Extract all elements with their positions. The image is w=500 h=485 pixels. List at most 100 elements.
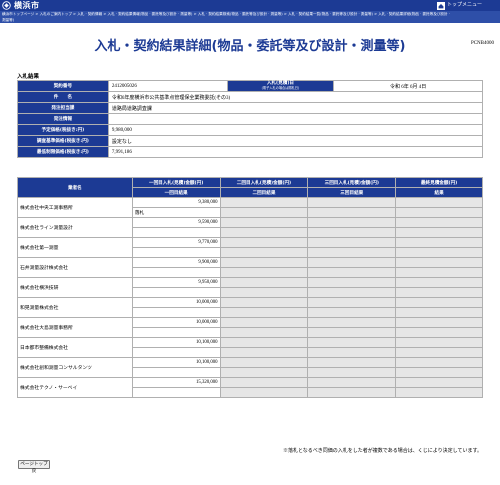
bid-row-amount: 株式会社横浜技研 9,950,000 [17,277,483,298]
round2-amount [219,377,309,388]
bidder-name: 株式会社大島測量事務所 [17,317,133,338]
survey-price-value: 設定なし [107,135,484,147]
round2-amount [219,257,309,268]
final-result [395,347,483,358]
bid-row-amount: 和晃測量株式会社 10,000,000 [17,297,483,318]
round1-result [131,347,221,358]
round1-result [131,367,221,378]
round2-result [219,207,309,218]
bidder-name: 株式会社第一測量 [17,237,133,258]
final-result [395,287,483,298]
contract-no-value: 2412005026 [107,80,228,92]
round3-result [307,307,397,318]
round2-result [219,287,309,298]
round1-amount: 9,950,000 [131,277,221,288]
col-header-round3: 三回目入札(見積)金額(円) [307,177,397,188]
site-header: 横浜市 トップメニュー [0,0,500,11]
bid-date-label-sub: (電子入札の場合は開札日) [261,86,300,90]
breadcrumb-line-1[interactable]: 横浜市トップページ > 入札のご案内トップ > 入札 · 契約情報 > 入札 ·… [2,12,450,16]
breadcrumb[interactable]: 横浜市トップページ > 入札のご案内トップ > 入札 · 契約情報 > 入札 ·… [0,11,500,23]
round2-result [219,227,309,238]
round2-amount [219,317,309,328]
bid-row-amount: 日本都市整備株式会社 10,100,000 [17,337,483,358]
bidder-name: 株式会社ライン測量設計 [17,217,133,238]
info-row: 発注担当課 道路局道路調査課 [17,102,484,114]
round1-amount: 10,100,000 [131,337,221,348]
round2-amount [219,197,309,208]
planned-price-label: 予定価格(税抜き:円) [17,124,109,136]
round1-result [131,327,221,338]
round2-amount [219,337,309,348]
subject-label: 件 名 [17,91,109,103]
final-result [395,247,483,258]
dept-label: 発注担当課 [17,102,109,114]
city-emblem-icon [2,1,11,10]
round2-result [219,267,309,278]
round3-amount [307,257,397,268]
planned-price-value: 9,980,000 [107,124,484,136]
site-logo[interactable]: 横浜市 [2,1,40,10]
round3-result [307,367,397,378]
subject-value: 令和6年度横浜市公共基準点管理保全業務委託(その3) [107,91,484,103]
bid-row-amount: 株式会社大島測量事務所 10,000,000 [17,317,483,338]
round2-amount [219,277,309,288]
final-amount [395,297,483,308]
final-amount [395,217,483,228]
back-to-top-button[interactable]: ページトップ戻 [18,460,50,474]
round2-result [219,247,309,258]
page-code: PCNB4000 [470,41,494,46]
bidder-name: 株式会社テクノ・サーベイ [17,377,133,398]
round3-amount [307,297,397,308]
round3-amount [307,317,397,328]
round1-amount: 9,770,000 [131,237,221,248]
bid-date-value: 令和 6年 6月 4日 [333,80,483,92]
bidder-name: 日本都市整備株式会社 [17,337,133,358]
bidder-name: 石井測量設計株式会社 [17,257,133,278]
top-menu-link[interactable]: トップメニュー [437,1,482,10]
round3-result [307,267,397,278]
final-amount [395,277,483,288]
sub-header-final: 結果 [395,187,483,198]
site-name: 横浜市 [14,1,40,10]
bidder-name: 株式会社中央工測事務所 [17,197,133,218]
section-label: 入札結果 [17,74,40,80]
final-amount [395,197,483,208]
contract-info-table: 契約番号 2412005026 入札(見積)日 (電子入札の場合は開札日) 令和… [17,80,484,158]
round1-result: 落札 [131,207,221,218]
final-result [395,307,483,318]
round3-result [307,247,397,258]
sub-header-round2: 二回目結果 [219,187,309,198]
bid-row-amount: 株式会社テクノ・サーベイ 15,320,000 [17,377,483,398]
bidder-name: 株式会社横浜技研 [17,277,133,298]
round3-result [307,347,397,358]
final-result [395,327,483,338]
bid-date-label: 入札(見積)日 (電子入札の場合は開札日) [226,80,335,92]
bid-row-amount: 株式会社第一測量 9,770,000 [17,237,483,258]
breadcrumb-line-2[interactable]: 測量等) [2,18,14,22]
final-result [395,267,483,278]
round1-result [131,387,221,398]
round2-result [219,307,309,318]
bidder-name: 和晃測量株式会社 [17,297,133,318]
round3-result [307,227,397,238]
info-row: 調査基準価格(税抜き:円) 設定なし [17,135,484,147]
round1-result [131,227,221,238]
final-amount [395,357,483,368]
min-price-label: 最低制限価格(税抜き:円) [17,146,109,158]
info-row: 件 名 令和6年度横浜市公共基準点管理保全業務委託(その3) [17,91,484,103]
round2-amount [219,237,309,248]
lottery-note: ※落札となるべき同価の入札をした者が複数である場合は、くじにより決定しています。 [282,449,482,454]
sub-header-round1: 一回目結果 [131,187,221,198]
round3-amount [307,277,397,288]
final-amount [395,237,483,248]
round3-amount [307,357,397,368]
col-header-round1: 一回目入札(見積)金額(円) [131,177,221,188]
order-info-label: 発注情報 [17,113,109,125]
sub-header-round3: 三回目結果 [307,187,397,198]
final-amount [395,317,483,328]
final-result [395,367,483,378]
round2-result [219,347,309,358]
survey-price-label: 調査基準価格(税抜き:円) [17,135,109,147]
bid-row-amount: 株式会社ライン測量設計 9,590,000 [17,217,483,238]
bid-row-amount: 石井測量設計株式会社 9,900,000 [17,257,483,278]
